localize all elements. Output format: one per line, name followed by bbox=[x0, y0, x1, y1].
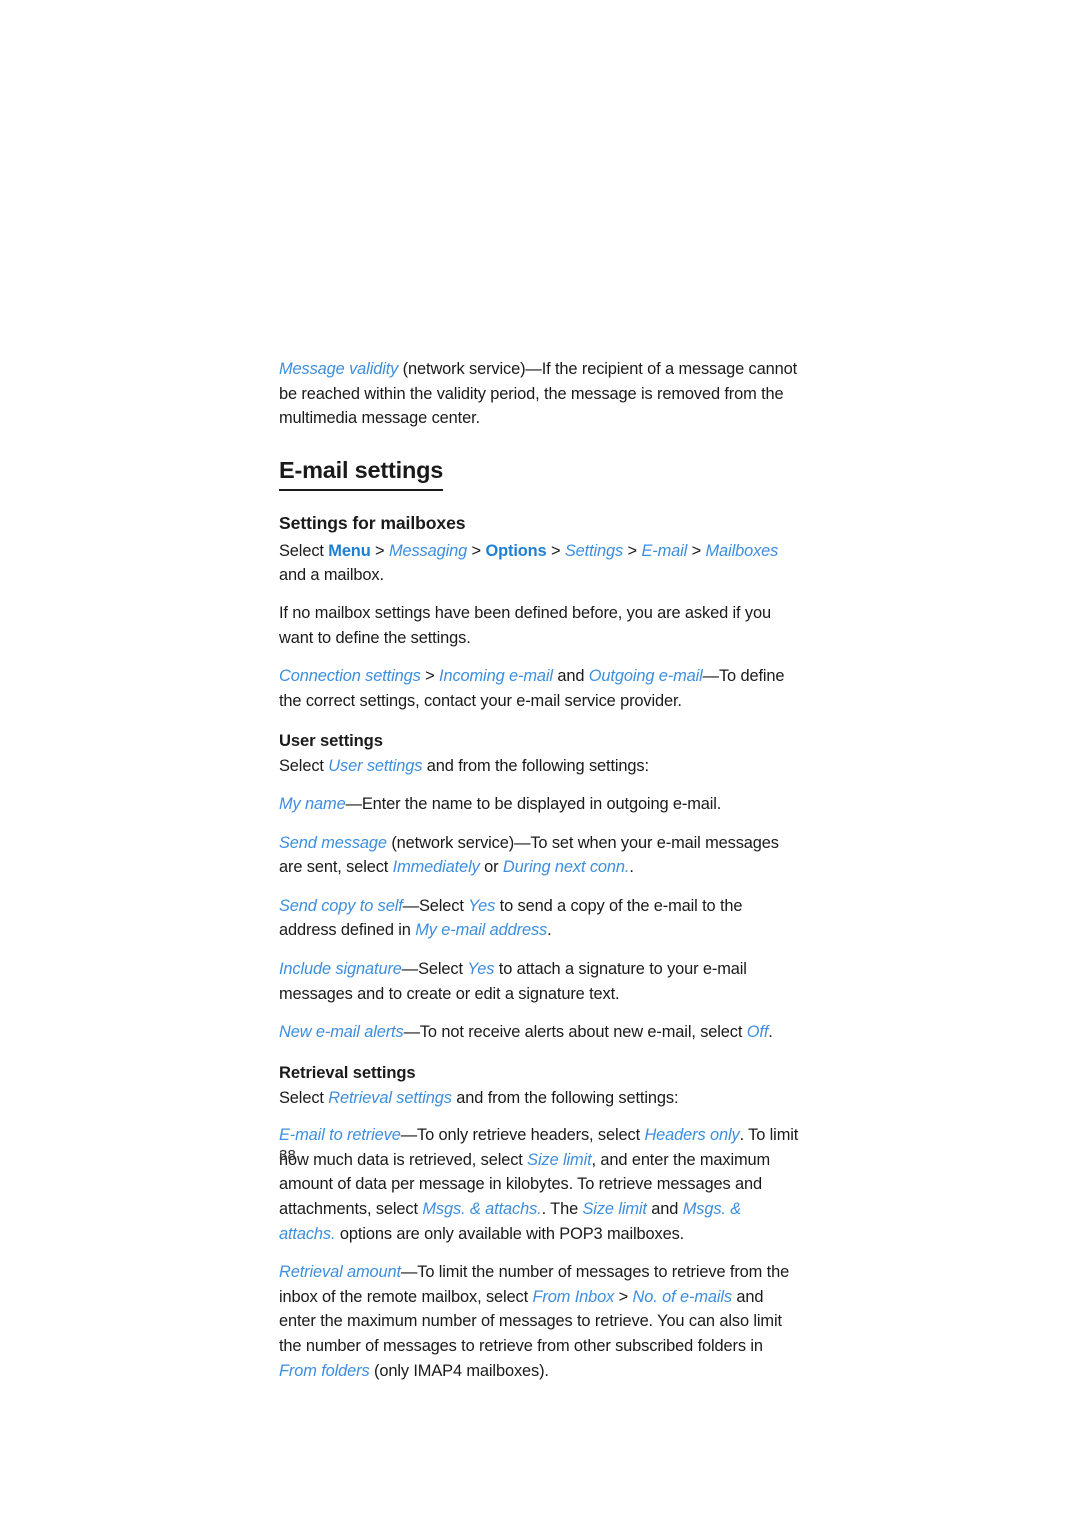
option-during-next-conn: During next conn. bbox=[502, 858, 630, 877]
new-email-alerts-term: New e-mail alerts bbox=[279, 1023, 404, 1042]
option-headers-only: Headers only bbox=[644, 1126, 740, 1145]
send-message-paragraph: Send message (network service)—To set wh… bbox=[279, 831, 801, 880]
option-from-inbox: From Inbox bbox=[532, 1287, 615, 1306]
email-to-retrieve-paragraph: E-mail to retrieve—To only retrieve head… bbox=[279, 1123, 801, 1246]
connection-settings-paragraph: Connection settings > Incoming e-mail an… bbox=[279, 664, 801, 713]
heading-retrieval-settings: Retrieval settings bbox=[279, 1062, 416, 1082]
send-copy-to-self-paragraph: Send copy to self—Select Yes to send a c… bbox=[279, 894, 801, 943]
path-item-settings: Settings bbox=[564, 541, 624, 560]
retrieval-amount-term: Retrieval amount bbox=[279, 1263, 401, 1282]
email-to-retrieve-text-1: —To only retrieve headers, select bbox=[400, 1126, 645, 1145]
include-signature-paragraph: Include signature—Select Yes to attach a… bbox=[279, 957, 801, 1006]
include-signature-text-1: —Select bbox=[401, 959, 468, 978]
email-to-retrieve-text-5: and bbox=[646, 1200, 683, 1219]
include-signature-term: Include signature bbox=[279, 959, 402, 978]
option-yes-send-copy: Yes bbox=[468, 896, 496, 915]
section-heading-wrap: E-mail settings bbox=[279, 457, 801, 505]
new-email-alerts-end: . bbox=[768, 1023, 773, 1042]
user-settings-lead-prefix: Select bbox=[279, 757, 329, 776]
path-item-email: E-mail bbox=[641, 541, 688, 560]
option-no-of-emails: No. of e-mails bbox=[632, 1287, 733, 1306]
email-to-retrieve-text-4: . The bbox=[541, 1200, 583, 1219]
my-name-text: —Enter the name to be displayed in outgo… bbox=[345, 794, 722, 813]
retrieval-lead-suffix: and from the following settings: bbox=[451, 1088, 679, 1107]
new-email-alerts-paragraph: New e-mail alerts—To not receive alerts … bbox=[279, 1020, 801, 1045]
no-mailbox-settings-paragraph: If no mailbox settings have been defined… bbox=[279, 603, 771, 647]
connection-conjunction: and bbox=[552, 667, 589, 686]
my-name-term: My name bbox=[279, 794, 346, 813]
option-msgs-attachs-1: Msgs. & attachs. bbox=[422, 1200, 542, 1219]
page-content: Message validity (network service)—If th… bbox=[279, 357, 801, 1397]
path-item-mailboxes: Mailboxes bbox=[705, 541, 779, 560]
retrieval-amount-separator: > bbox=[614, 1287, 633, 1306]
retrieval-amount-paragraph: Retrieval amount—To limit the number of … bbox=[279, 1260, 801, 1383]
path-separator-3: > bbox=[546, 541, 565, 560]
retrieval-settings-term: Retrieval settings bbox=[328, 1088, 452, 1107]
email-to-retrieve-term: E-mail to retrieve bbox=[279, 1126, 401, 1145]
select-label: Select bbox=[279, 541, 329, 560]
user-settings-lead-suffix: and from the following settings: bbox=[422, 757, 649, 776]
path-separator-5: > bbox=[687, 541, 706, 560]
option-off: Off bbox=[746, 1023, 769, 1042]
option-my-email-address: My e-mail address bbox=[415, 921, 548, 940]
section-heading-email-settings: E-mail settings bbox=[279, 457, 443, 491]
retrieval-settings-lead: Select Retrieval settings and from the f… bbox=[279, 1086, 801, 1111]
page-number: 38 bbox=[279, 1147, 297, 1164]
path-separator-4: > bbox=[623, 541, 642, 560]
my-name-paragraph: My name—Enter the name to be displayed i… bbox=[279, 792, 801, 817]
option-immediately: Immediately bbox=[392, 858, 480, 877]
outgoing-email-term: Outgoing e-mail bbox=[588, 667, 703, 686]
email-to-retrieve-text-6: options are only available with POP3 mai… bbox=[335, 1224, 685, 1243]
connection-separator: > bbox=[420, 667, 440, 686]
message-validity-term: Message validity bbox=[279, 360, 399, 378]
path-tail: and a mailbox. bbox=[279, 566, 384, 585]
path-separator-1: > bbox=[370, 541, 389, 560]
option-yes-signature: Yes bbox=[467, 959, 495, 978]
send-message-conjunction: or bbox=[479, 858, 503, 877]
user-settings-term: User settings bbox=[328, 757, 423, 776]
incoming-email-term: Incoming e-mail bbox=[439, 667, 553, 686]
heading-user-settings: User settings bbox=[279, 731, 383, 751]
option-size-limit-1: Size limit bbox=[527, 1150, 592, 1169]
option-size-limit-2: Size limit bbox=[582, 1200, 647, 1219]
path-item-messaging: Messaging bbox=[388, 541, 468, 560]
subheading-settings-for-mailboxes: Settings for mailboxes bbox=[279, 512, 466, 533]
send-copy-text-1: —Select bbox=[402, 896, 469, 915]
mailbox-path-paragraph: Select Menu > Messaging > Options > Sett… bbox=[279, 539, 801, 588]
option-from-folders: From folders bbox=[279, 1361, 370, 1380]
send-copy-to-self-term: Send copy to self bbox=[279, 896, 403, 915]
user-settings-lead: Select User settings and from the follow… bbox=[279, 754, 801, 779]
send-message-end: . bbox=[629, 858, 634, 877]
path-separator-2: > bbox=[467, 541, 486, 560]
send-copy-end: . bbox=[547, 921, 552, 940]
retrieval-lead-prefix: Select bbox=[279, 1088, 329, 1107]
send-message-term: Send message bbox=[279, 833, 387, 852]
retrieval-amount-text-3: (only IMAP4 mailboxes). bbox=[369, 1361, 549, 1380]
connection-settings-term: Connection settings bbox=[279, 667, 421, 686]
new-email-alerts-text: —To not receive alerts about new e-mail,… bbox=[403, 1023, 747, 1042]
message-validity-paragraph: Message validity (network service)—If th… bbox=[279, 357, 801, 431]
path-key-menu: Menu bbox=[328, 541, 371, 560]
path-key-options: Options bbox=[485, 541, 547, 560]
